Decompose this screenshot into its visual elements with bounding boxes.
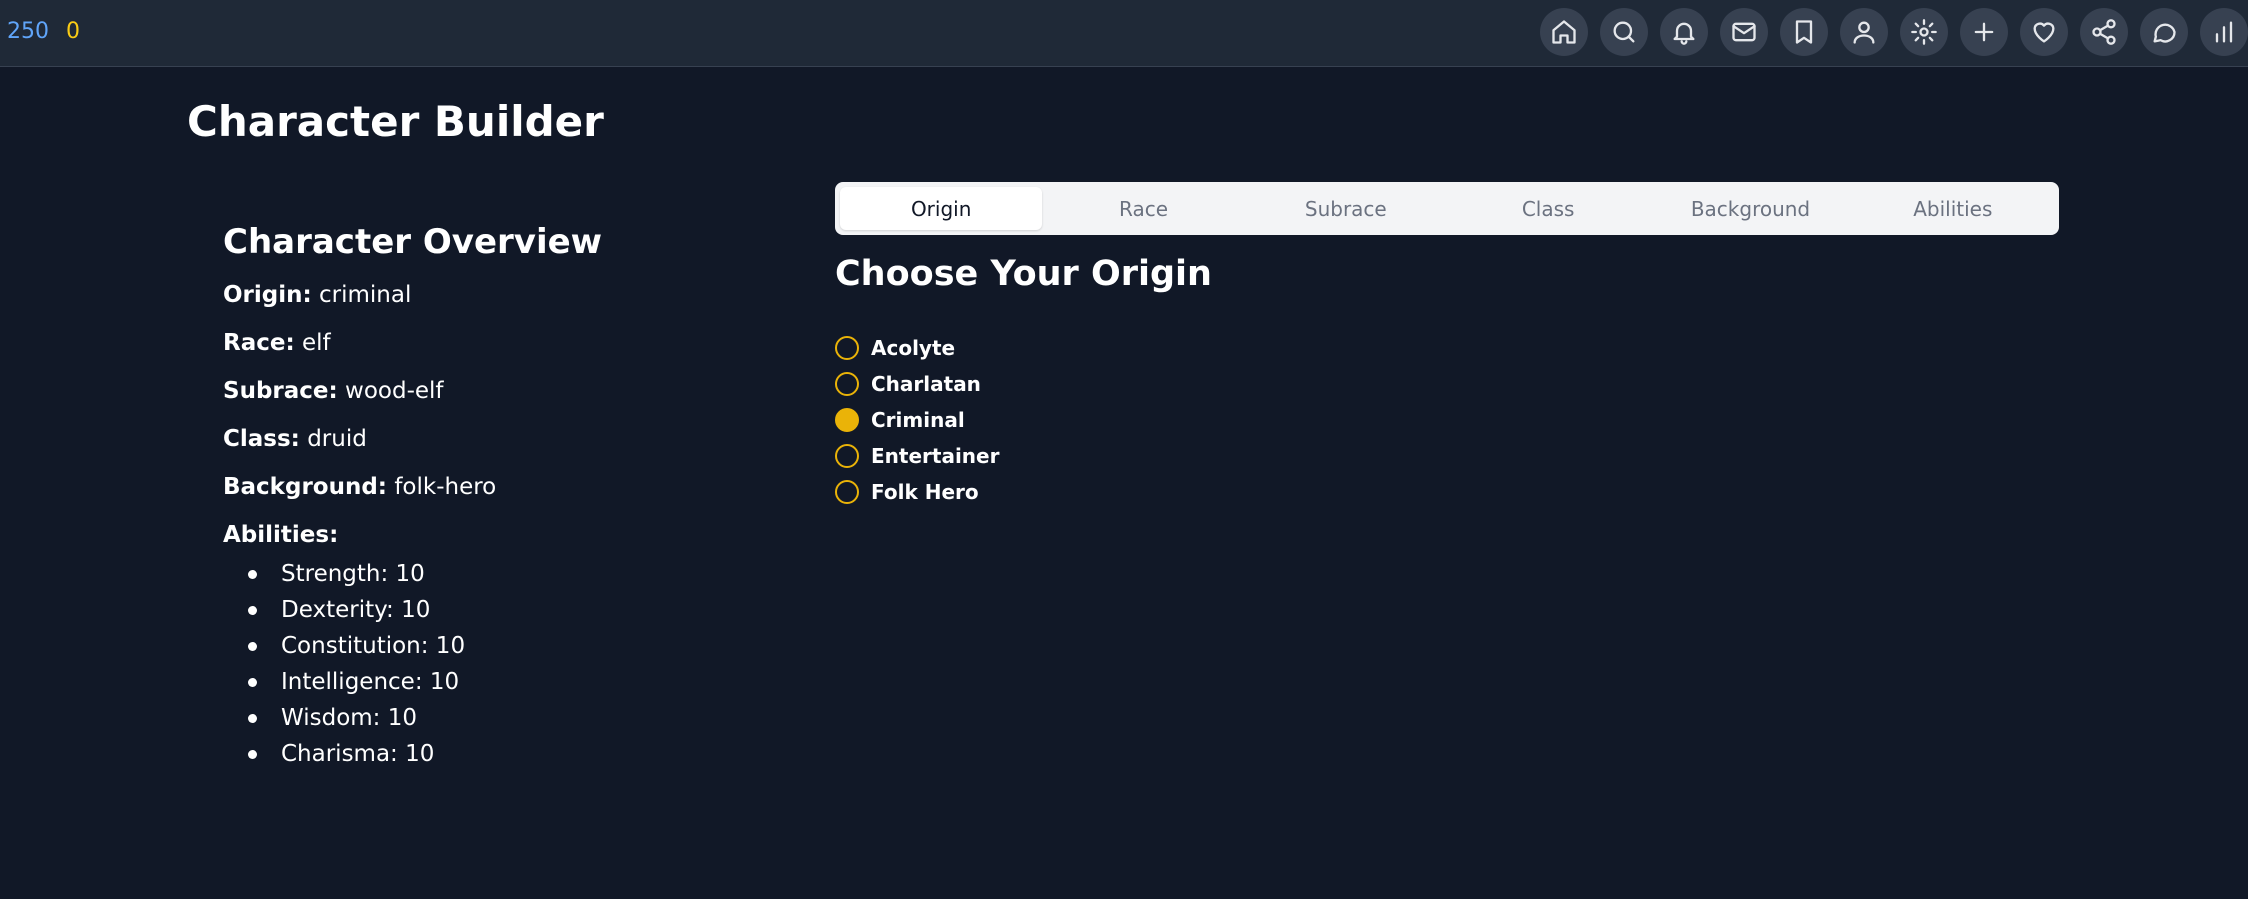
- radio-button[interactable]: [835, 372, 859, 396]
- gear-icon: [1911, 19, 1937, 45]
- class-label: Class:: [223, 426, 300, 452]
- tab-subrace[interactable]: Subrace: [1245, 187, 1447, 230]
- overview-race: Race: elf: [223, 328, 783, 358]
- plus-icon: [1974, 22, 1994, 42]
- page-title: Character Builder: [187, 97, 604, 146]
- tab-background[interactable]: Background: [1649, 187, 1851, 230]
- race-label: Race:: [223, 330, 295, 356]
- option-label: Charlatan: [871, 372, 981, 396]
- ability-strength: Strength: 10: [248, 556, 783, 592]
- user-icon: [1853, 21, 1875, 44]
- search-button[interactable]: [1600, 8, 1648, 56]
- overview-subrace: Subrace: wood-elf: [223, 376, 783, 406]
- origin-value: criminal: [319, 282, 412, 308]
- race-value: elf: [301, 330, 331, 356]
- radio-button[interactable]: [835, 444, 859, 468]
- radio-button-selected[interactable]: [835, 408, 859, 432]
- overview-class: Class: druid: [223, 424, 783, 454]
- share-button[interactable]: [2080, 8, 2128, 56]
- option-label: Criminal: [871, 408, 965, 432]
- tab-abilities[interactable]: Abilities: [1852, 187, 2054, 230]
- overview-origin: Origin: criminal: [223, 280, 783, 310]
- profile-button[interactable]: [1840, 8, 1888, 56]
- mail-icon: [1732, 22, 1756, 42]
- add-button[interactable]: [1960, 8, 2008, 56]
- radio-button[interactable]: [835, 336, 859, 360]
- ability-dexterity: Dexterity: 10: [248, 592, 783, 628]
- origin-section-title: Choose Your Origin: [835, 254, 1212, 294]
- toolbar-icons: [1540, 8, 2248, 56]
- tab-class[interactable]: Class: [1447, 187, 1649, 230]
- notifications-button[interactable]: [1660, 8, 1708, 56]
- score-counter: 250: [7, 19, 49, 44]
- ability-intelligence: Intelligence: 10: [248, 664, 783, 700]
- search-icon: [1613, 21, 1635, 43]
- origin-option-charlatan[interactable]: Charlatan: [835, 366, 999, 402]
- subrace-value: wood-elf: [345, 378, 444, 404]
- stats-button[interactable]: [2200, 8, 2248, 56]
- tab-race[interactable]: Race: [1042, 187, 1244, 230]
- option-label: Entertainer: [871, 444, 1000, 468]
- ability-charisma: Charisma: 10: [248, 736, 783, 772]
- origin-option-folk-hero[interactable]: Folk Hero: [835, 474, 999, 510]
- ability-wisdom: Wisdom: 10: [248, 700, 783, 736]
- home-button[interactable]: [1540, 8, 1588, 56]
- origin-option-entertainer[interactable]: Entertainer: [835, 438, 999, 474]
- favorite-button[interactable]: [2020, 8, 2068, 56]
- builder-tabs: Origin Race Subrace Class Background Abi…: [835, 182, 2059, 235]
- bookmark-icon: [1795, 20, 1813, 44]
- tab-origin[interactable]: Origin: [840, 187, 1043, 230]
- chat-button[interactable]: [2140, 8, 2188, 56]
- coins-counter: 0: [66, 19, 80, 44]
- abilities-label: Abilities:: [223, 522, 339, 548]
- origin-options: Acolyte Charlatan Criminal Entertainer F…: [835, 330, 999, 510]
- character-overview: Character Overview Origin: criminal Race…: [223, 218, 783, 772]
- settings-button[interactable]: [1900, 8, 1948, 56]
- subrace-label: Subrace:: [223, 378, 338, 404]
- option-label: Folk Hero: [871, 480, 979, 504]
- heart-icon: [2033, 22, 2055, 43]
- top-bar: 250 0: [0, 0, 2248, 67]
- chart-icon: [2215, 21, 2233, 43]
- origin-label: Origin:: [223, 282, 312, 308]
- bell-icon: [1673, 22, 1695, 45]
- background-label: Background:: [223, 474, 387, 500]
- mail-button[interactable]: [1720, 8, 1768, 56]
- share-icon: [2092, 19, 2116, 45]
- home-icon: [1552, 20, 1576, 44]
- overview-title: Character Overview: [223, 222, 603, 262]
- ability-constitution: Constitution: 10: [248, 628, 783, 664]
- radio-button[interactable]: [835, 480, 859, 504]
- origin-option-acolyte[interactable]: Acolyte: [835, 330, 999, 366]
- background-value: folk-hero: [394, 474, 497, 500]
- chat-icon: [2153, 23, 2176, 43]
- bookmark-button[interactable]: [1780, 8, 1828, 56]
- option-label: Acolyte: [871, 336, 956, 360]
- class-value: druid: [307, 426, 367, 452]
- ability-list: Strength: 10 Dexterity: 10 Constitution:…: [223, 556, 783, 772]
- counters: 250 0: [7, 18, 80, 46]
- origin-option-criminal[interactable]: Criminal: [835, 402, 999, 438]
- overview-background: Background: folk-hero: [223, 472, 783, 502]
